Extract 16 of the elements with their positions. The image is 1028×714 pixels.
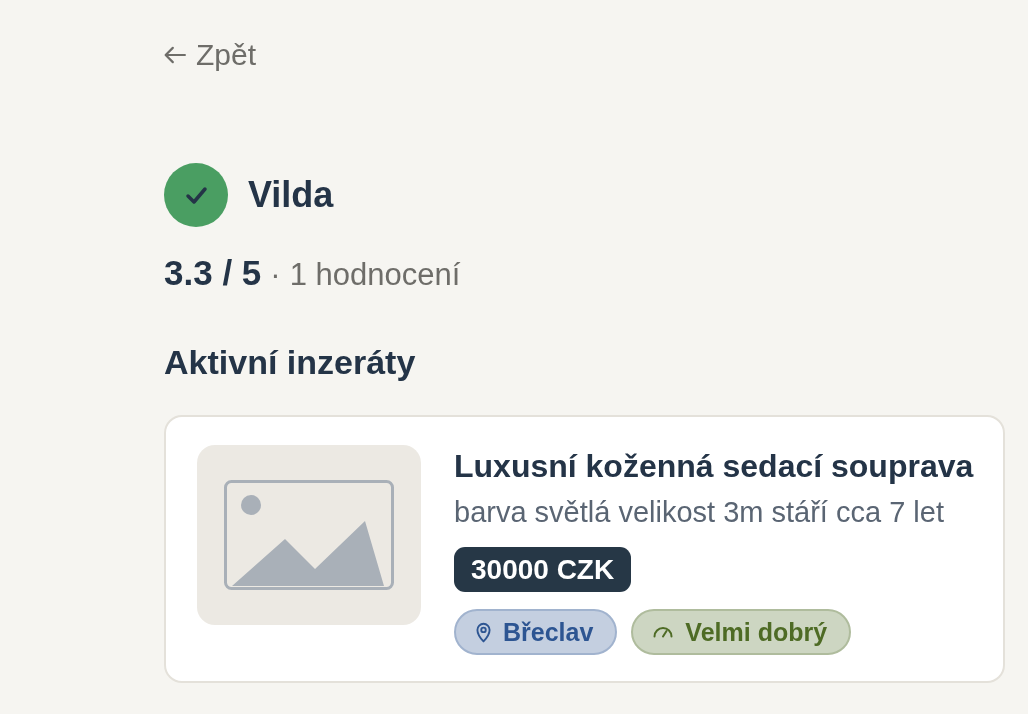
- price-badge: 30000 CZK: [454, 547, 632, 592]
- gauge-icon: [653, 626, 674, 638]
- seller-name: Vilda: [248, 174, 334, 216]
- back-link[interactable]: Zpět: [164, 37, 257, 73]
- arrow-left-icon: [164, 46, 186, 64]
- rating-count: 1 hodnocení: [289, 256, 461, 294]
- picture-icon: [224, 480, 394, 590]
- separator-dot: ·: [270, 256, 281, 294]
- listing-card[interactable]: Luxusní koženná sedací souprava barva světlá velikost 3m stáří cca 7 let 30000 CZK Břeclav Velmi dobrý: [164, 415, 1005, 683]
- tag: Velmi dobrý: [631, 609, 852, 655]
- rating-score: 3.3 / 5: [164, 253, 262, 293]
- listing-description: barva světlá velikost 3m stáří cca 7 let: [454, 495, 945, 529]
- section-heading: Aktivní inzeráty: [164, 342, 417, 382]
- listing-title: Luxusní koženná sedací souprava: [454, 447, 974, 485]
- map-pin-icon: [476, 621, 491, 643]
- tag: Břeclav: [454, 609, 618, 655]
